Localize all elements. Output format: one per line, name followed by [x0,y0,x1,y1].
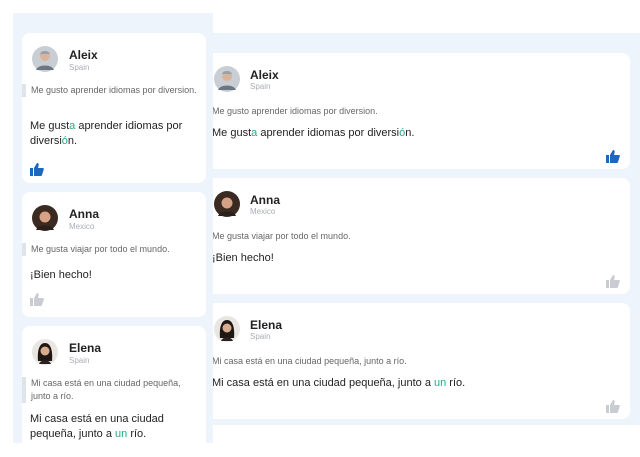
correction-text: río. [127,428,147,440]
correction-card: Anna Mexico Me gusta viajar por todo el … [200,178,630,294]
corrections-panel-mobile: Aleix Spain Me gusto aprender idiomas po… [13,13,213,443]
correction-highlight: un [115,428,128,440]
user-country: Spain [69,356,90,365]
avatar[interactable] [32,46,58,72]
original-sentence: Me gusto aprender idiomas por diversion. [212,106,378,116]
correction-text: n. [67,135,78,147]
corrected-sentence: Mi casa está en una ciudad pequeña, junt… [212,377,465,389]
original-sentence: Me gusto aprender idiomas por diversion. [31,85,197,95]
corrected-sentence: ¡Bien hecho! [212,252,274,264]
user-name[interactable]: Aleix [250,68,279,82]
original-quote: Me gusta viajar por todo el mundo. [22,243,202,256]
correction-text: aprender idiomas por diversi [257,127,400,139]
user-country: Spain [69,63,90,72]
correction-text: Me gust [212,127,252,139]
original-sentence: Mi casa está en una ciudad pequeña, junt… [212,356,407,366]
avatar[interactable] [214,191,240,217]
original-quote: Mi casa está en una ciudad pequeña, junt… [22,377,202,403]
thumbs-up-icon[interactable] [30,293,44,306]
correction-text: Me gust [30,120,70,132]
correction-text: ¡Bien hecho! [30,269,92,281]
corrected-sentence: Me gusta aprender idiomas por diversión. [212,127,414,139]
original-quote: Me gusto aprender idiomas por diversion. [22,84,202,97]
user-name[interactable]: Elena [250,318,282,332]
corrected-sentence: Me gusta aprender idiomas por diversión. [30,119,200,149]
avatar[interactable] [214,66,240,92]
correction-text: Mi casa está en una ciudad pequeña, junt… [212,377,434,389]
correction-text: n. [405,127,415,139]
thumbs-up-icon[interactable] [606,150,620,163]
correction-card: Aleix Spain Me gusto aprender idiomas po… [200,53,630,169]
user-country: Mexico [250,207,276,216]
user-name[interactable]: Anna [250,193,280,207]
correction-highlight: un [434,377,447,389]
user-name[interactable]: Aleix [69,48,98,62]
thumbs-up-icon[interactable] [30,163,44,176]
user-country: Spain [250,332,271,341]
user-country: Mexico [69,222,95,231]
correction-card: Elena Spain Mi casa está en una ciudad p… [22,326,206,443]
thumbs-up-icon[interactable] [606,275,620,288]
corrections-panel-desktop: Aleix Spain Me gusto aprender idiomas po… [200,33,640,425]
thumbs-up-icon[interactable] [606,400,620,413]
user-name[interactable]: Elena [69,341,101,355]
user-country: Spain [250,82,271,91]
avatar[interactable] [32,339,58,365]
correction-card: Elena Spain Mi casa está en una ciudad p… [200,303,630,419]
correction-card: Anna Mexico Me gusta viajar por todo el … [22,192,206,317]
avatar[interactable] [214,316,240,342]
original-sentence: Mi casa está en una ciudad pequeña, junt… [31,378,181,401]
correction-text: río. [446,377,466,389]
user-name[interactable]: Anna [69,207,99,221]
corrected-sentence: ¡Bien hecho! [30,268,200,283]
correction-text: ¡Bien hecho! [212,252,274,264]
correction-card: Aleix Spain Me gusto aprender idiomas po… [22,33,206,183]
stage: Aleix Spain Me gusto aprender idiomas po… [0,0,640,457]
original-sentence: Me gusta viajar por todo el mundo. [31,244,170,254]
corrected-sentence: Mi casa está en una ciudad pequeña, junt… [30,412,200,442]
original-sentence: Me gusta viajar por todo el mundo. [212,231,351,241]
avatar[interactable] [32,205,58,231]
